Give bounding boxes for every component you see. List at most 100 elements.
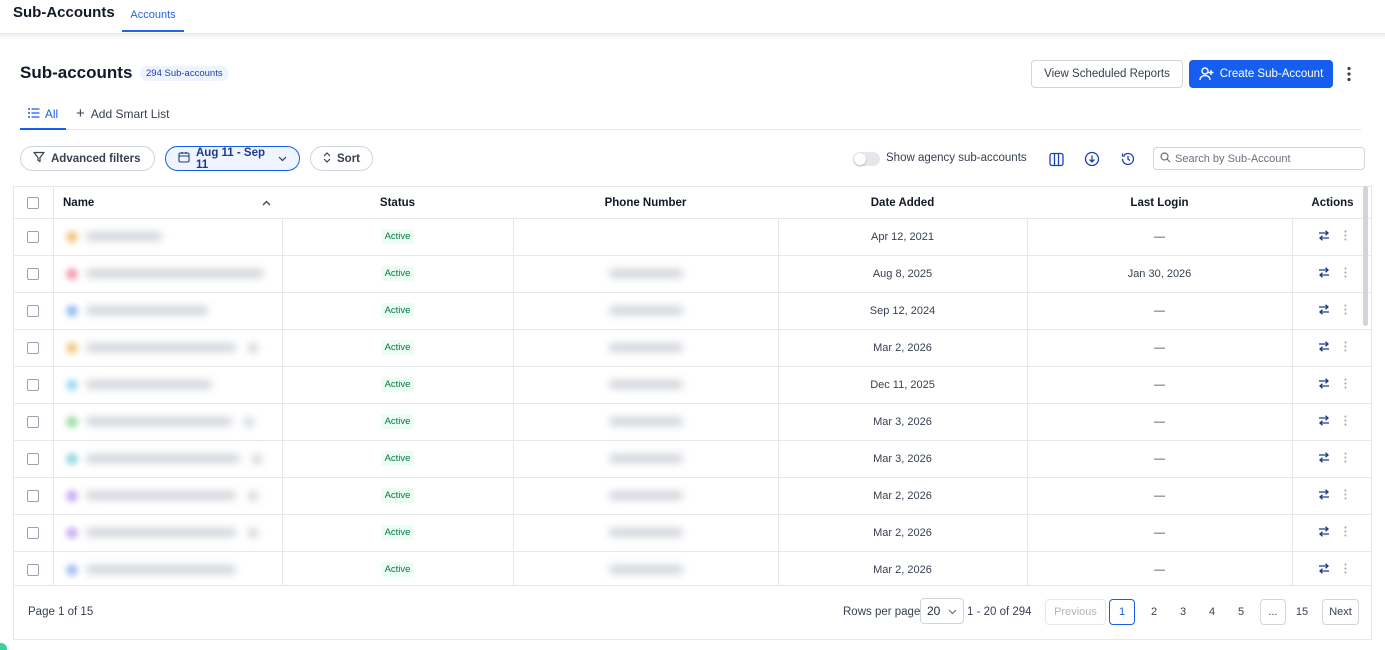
page-ellipsis-button[interactable]: ... (1260, 599, 1286, 625)
row-more-options-icon[interactable] (1344, 267, 1347, 281)
row-checkbox[interactable] (27, 563, 39, 576)
avatar (66, 526, 78, 539)
name-cell[interactable] (66, 329, 280, 366)
account-name-redacted (86, 454, 240, 463)
show-agency-toggle[interactable] (853, 152, 880, 166)
date-added-cell: Mar 2, 2026 (873, 563, 932, 576)
previous-page-button[interactable]: Previous (1045, 599, 1106, 625)
row-checkbox[interactable] (27, 452, 39, 465)
status-badge: Active (380, 451, 415, 466)
table-row[interactable]: Active Mar 2, 2026 — (14, 514, 1371, 551)
status-badge: Active (380, 266, 415, 281)
chevron-up-icon[interactable] (262, 187, 272, 218)
last-login-cell: — (1154, 378, 1165, 391)
page-button-15[interactable]: 15 (1289, 599, 1315, 625)
switch-account-icon[interactable] (1318, 229, 1330, 244)
name-cell[interactable] (66, 366, 280, 403)
phone-cell (513, 477, 778, 514)
row-checkbox[interactable] (27, 267, 39, 280)
row-checkbox[interactable] (27, 341, 39, 354)
next-page-button[interactable]: Next (1322, 599, 1359, 625)
row-more-options-icon[interactable] (1344, 304, 1347, 318)
search-input[interactable] (1175, 152, 1360, 165)
row-select-cell (27, 218, 41, 255)
last-login-cell: — (1154, 526, 1165, 539)
phone-cell (513, 329, 778, 366)
name-cell[interactable] (66, 440, 280, 477)
history-icon[interactable] (1119, 150, 1137, 168)
row-more-options-icon[interactable] (1344, 341, 1347, 355)
table-row[interactable]: Active Mar 2, 2026 — (14, 477, 1371, 514)
name-cell[interactable] (66, 477, 280, 514)
download-icon[interactable] (1083, 150, 1101, 168)
name-cell[interactable] (66, 403, 280, 440)
row-more-options-icon[interactable] (1344, 489, 1347, 503)
table-row[interactable]: Active Dec 11, 2025 — (14, 366, 1371, 403)
table-row[interactable]: Active Mar 2, 2026 — (14, 329, 1371, 366)
table-row[interactable]: Active Mar 3, 2026 — (14, 440, 1371, 477)
last-login-cell: — (1154, 452, 1165, 465)
row-more-options-icon[interactable] (1344, 563, 1347, 577)
row-more-options-icon[interactable] (1344, 378, 1347, 392)
row-checkbox[interactable] (27, 526, 39, 539)
table-scrollbar[interactable] (1363, 186, 1368, 326)
row-more-options-icon[interactable] (1344, 230, 1347, 244)
switch-account-icon[interactable] (1318, 340, 1330, 355)
switch-account-icon[interactable] (1318, 562, 1330, 577)
add-smart-list-button[interactable]: + Add Smart List (76, 100, 169, 128)
page-button-2[interactable]: 2 (1141, 599, 1167, 625)
switch-account-icon[interactable] (1318, 414, 1330, 429)
page-button-1[interactable]: 1 (1109, 599, 1135, 625)
rows-per-page-select[interactable]: 20 (920, 598, 964, 624)
advanced-filters-button[interactable]: Advanced filters (20, 146, 155, 171)
tab-all[interactable]: All (20, 100, 66, 130)
page-button-4[interactable]: 4 (1199, 599, 1225, 625)
phone-cell (513, 403, 778, 440)
column-header-name[interactable]: Name (63, 187, 243, 218)
last-login-cell: — (1154, 489, 1165, 502)
tab-accounts[interactable]: Accounts (122, 0, 184, 32)
date-range-button[interactable]: Aug 11 - Sep 11 (165, 146, 300, 171)
rows-per-page-value: 20 (927, 604, 941, 618)
date-added-cell: Aug 8, 2025 (872, 267, 933, 280)
row-more-options-icon[interactable] (1344, 452, 1347, 466)
row-more-options-icon[interactable] (1344, 415, 1347, 429)
row-checkbox[interactable] (27, 415, 39, 428)
switch-account-icon[interactable] (1318, 303, 1330, 318)
row-checkbox[interactable] (27, 378, 39, 391)
table-row[interactable]: Active Apr 12, 2021 — (14, 218, 1371, 255)
account-name-redacted (86, 565, 236, 574)
create-sub-account-button[interactable]: Create Sub-Account (1189, 60, 1333, 88)
table-row[interactable]: Active Mar 3, 2026 — (14, 403, 1371, 440)
phone-cell (513, 218, 778, 255)
avatar (66, 230, 78, 243)
row-checkbox[interactable] (27, 230, 39, 243)
row-select-cell (27, 440, 41, 477)
row-checkbox[interactable] (27, 304, 39, 317)
row-checkbox[interactable] (27, 489, 39, 502)
sort-button[interactable]: Sort (310, 146, 373, 171)
table-row[interactable]: Active Sep 12, 2024 — (14, 292, 1371, 329)
page-button-3[interactable]: 3 (1170, 599, 1196, 625)
view-scheduled-reports-button[interactable]: View Scheduled Reports (1031, 60, 1183, 88)
topbar-shadow (0, 34, 1385, 40)
switch-account-icon[interactable] (1318, 266, 1330, 281)
name-cell[interactable] (66, 218, 280, 255)
name-cell[interactable] (66, 514, 280, 551)
avatar (66, 341, 78, 354)
name-cell[interactable] (66, 255, 280, 292)
columns-icon[interactable] (1047, 150, 1065, 168)
select-all-checkbox[interactable] (27, 196, 39, 209)
switch-account-icon[interactable] (1318, 451, 1330, 466)
switch-account-icon[interactable] (1318, 488, 1330, 503)
more-options-icon[interactable] (1340, 63, 1358, 85)
calendar-icon (178, 151, 190, 166)
table-row[interactable]: Active Aug 8, 2025 Jan 30, 2026 (14, 255, 1371, 292)
page-button-5[interactable]: 5 (1228, 599, 1254, 625)
switch-account-icon[interactable] (1318, 377, 1330, 392)
switch-account-icon[interactable] (1318, 525, 1330, 540)
name-cell[interactable] (66, 551, 280, 585)
table-row[interactable]: Active Mar 2, 2026 — (14, 551, 1371, 585)
row-more-options-icon[interactable] (1344, 526, 1347, 540)
name-cell[interactable] (66, 292, 280, 329)
